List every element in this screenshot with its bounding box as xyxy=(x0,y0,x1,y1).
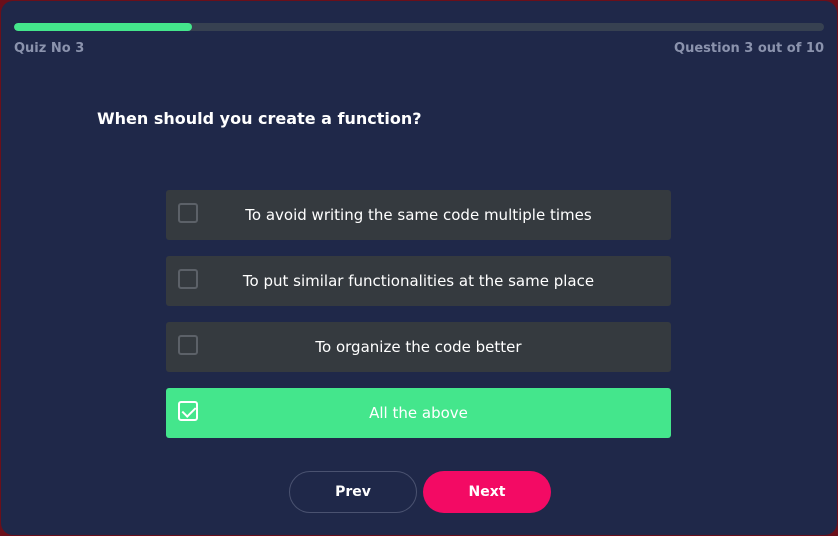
option-label: To avoid writing the same code multiple … xyxy=(245,206,592,224)
option-3[interactable]: To organize the code better xyxy=(166,322,671,372)
question-counter: Question 3 out of 10 xyxy=(674,41,824,56)
option-label: To put similar functionalities at the sa… xyxy=(242,272,595,290)
option-4[interactable]: All the above xyxy=(166,388,671,438)
next-button[interactable]: Next xyxy=(423,471,551,513)
options-list: To avoid writing the same code multiple … xyxy=(166,190,671,454)
progress-bar xyxy=(14,23,824,31)
question-text: When should you create a function? xyxy=(97,109,422,128)
option-1[interactable]: To avoid writing the same code multiple … xyxy=(166,190,671,240)
option-2[interactable]: To put similar functionalities at the sa… xyxy=(166,256,671,306)
navigation: Prev Next xyxy=(289,471,551,513)
quiz-label: Quiz No 3 xyxy=(14,41,85,56)
option-label: All the above xyxy=(369,404,468,422)
prev-button[interactable]: Prev xyxy=(289,471,417,513)
quiz-card: Quiz No 3 Question 3 out of 10 When shou… xyxy=(1,1,837,535)
progress-fill xyxy=(14,23,193,31)
option-label: To organize the code better xyxy=(315,338,522,356)
